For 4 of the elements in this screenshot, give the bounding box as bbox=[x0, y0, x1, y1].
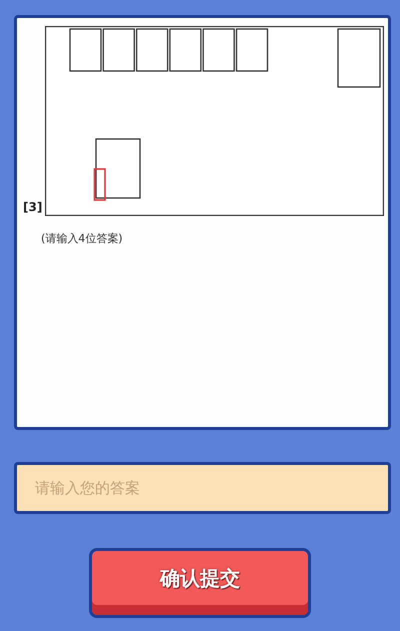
answer-hint: (请输入4位答案) bbox=[41, 231, 124, 246]
question-number: [3] bbox=[23, 200, 44, 214]
answer-field[interactable]: 请输入您的答案 bbox=[14, 462, 391, 514]
submit-button[interactable]: 确认提交 bbox=[89, 548, 311, 618]
